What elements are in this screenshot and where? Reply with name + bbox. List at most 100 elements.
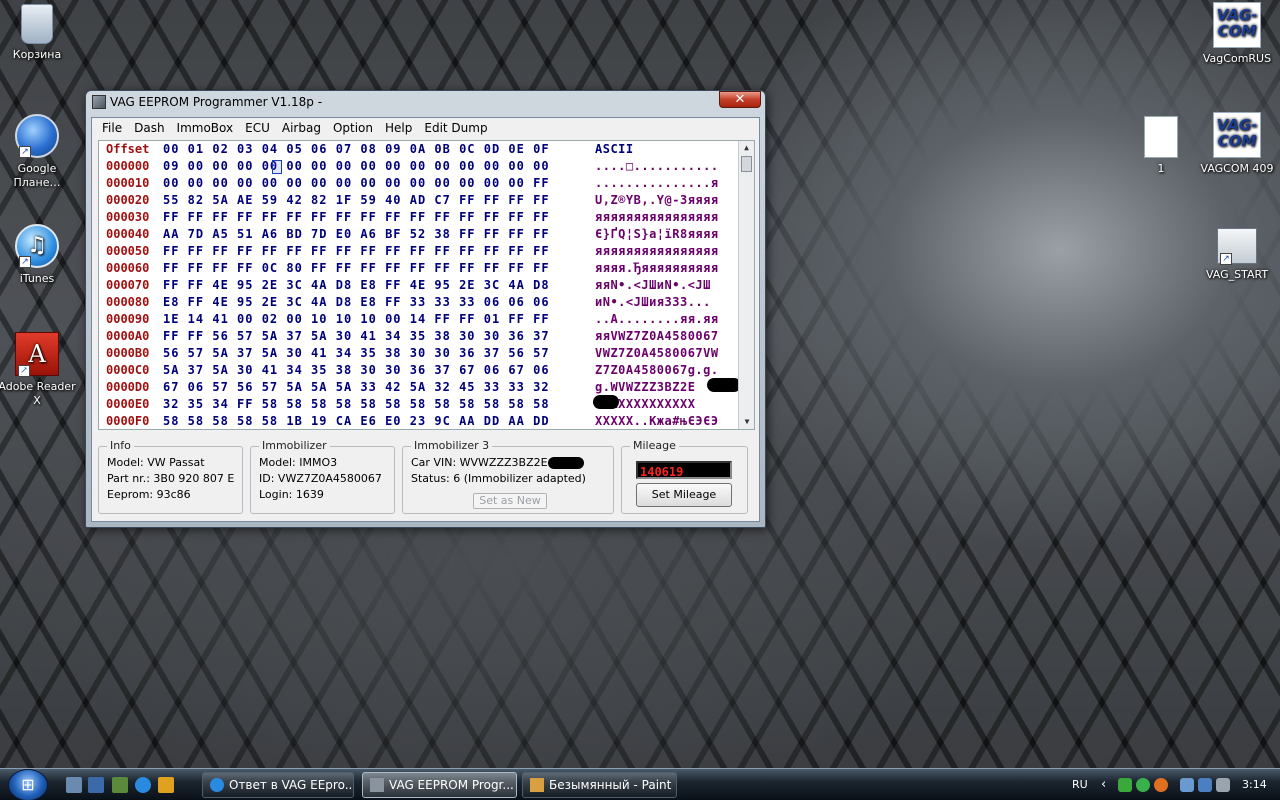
hex-offset: 0000E0 bbox=[106, 397, 150, 411]
set-mileage-button[interactable]: Set Mileage bbox=[636, 483, 732, 507]
immobilizer3-group: Immobilizer 3 Car VIN: WVWZZZ3BZ2E Statu… bbox=[402, 439, 614, 514]
hex-scrollbar[interactable]: ▲ ▼ bbox=[738, 141, 754, 429]
taskbar-item-label: VAG EEPROM Progr... bbox=[389, 778, 514, 792]
window-titlebar[interactable]: VAG EEPROM Programmer V1.18p - ✕ bbox=[86, 91, 765, 113]
redaction-mark bbox=[547, 457, 584, 469]
desktop-icon-label: VAGCOM 409 bbox=[1200, 162, 1274, 175]
quick-launch-app-icon[interactable] bbox=[112, 777, 128, 793]
itunes-icon: ♫ ↗ bbox=[15, 224, 59, 268]
vag-com-icon: VAG-COM bbox=[1213, 2, 1261, 48]
info-panels: Info Model: VW Passat Part nr.: 3B0 920 … bbox=[98, 436, 755, 518]
desktop-icon-google-earth[interactable]: ↗ Google Плане… bbox=[0, 114, 77, 190]
desktop-icon-recycle-bin[interactable]: Корзина bbox=[0, 4, 77, 62]
hex-bytes: 09 00 00 00 00 00 00 00 00 00 00 00 00 0… bbox=[163, 159, 550, 173]
immobilizer-model: Model: IMMO3 bbox=[259, 456, 338, 469]
hex-offset: 000070 bbox=[106, 278, 150, 292]
immobilizer-legend: Immobilizer bbox=[259, 439, 330, 452]
menu-bar: File Dash ImmoBox ECU Airbag Option Help… bbox=[92, 118, 759, 138]
hex-bytes: 00 00 00 00 00 00 00 00 00 00 00 00 00 0… bbox=[163, 176, 550, 190]
desktop-icon-label: Google Плане… bbox=[13, 162, 61, 189]
immobilizer-id: ID: VWZ7Z0A4580067 bbox=[259, 472, 382, 485]
menu-file[interactable]: File bbox=[96, 118, 128, 138]
immobilizer-login: Login: 1639 bbox=[259, 488, 324, 501]
scroll-thumb[interactable] bbox=[741, 156, 752, 172]
taskbar-item-paint[interactable]: Безымянный - Paint bbox=[522, 772, 677, 798]
desktop-icon-file-1[interactable]: 1 bbox=[1121, 116, 1201, 176]
menu-immobox[interactable]: ImmoBox bbox=[171, 118, 240, 138]
tray-expand-icon[interactable]: ‹ bbox=[1101, 769, 1106, 800]
menu-help[interactable]: Help bbox=[379, 118, 418, 138]
mileage-input[interactable]: 140619 bbox=[636, 461, 732, 479]
hex-ascii-header: ASCII bbox=[595, 142, 634, 156]
switch-windows-icon[interactable] bbox=[88, 777, 104, 793]
hex-bytes: 5A 37 5A 30 41 34 35 38 30 30 36 37 67 0… bbox=[163, 363, 550, 377]
menu-edit-dump[interactable]: Edit Dump bbox=[418, 118, 493, 138]
mileage-legend: Mileage bbox=[630, 439, 679, 452]
info-part-number: Part nr.: 3B0 920 807 E bbox=[107, 472, 235, 485]
hex-offset: 000090 bbox=[106, 312, 150, 326]
shortcut-arrow-icon: ↗ bbox=[1220, 253, 1232, 265]
tray-app-icon[interactable] bbox=[1198, 778, 1212, 792]
scroll-down-icon[interactable]: ▼ bbox=[739, 415, 754, 429]
hex-bytes: 58 58 58 58 58 1B 19 CA E6 E0 23 9C AA D… bbox=[163, 414, 550, 428]
shortcut-arrow-icon: ↗ bbox=[19, 146, 31, 158]
volume-icon[interactable] bbox=[1216, 778, 1230, 792]
hex-ascii: яяяяяяяяяяяяяяяя bbox=[595, 244, 719, 258]
hex-bytes: E8 FF 4E 95 2E 3C 4A D8 E8 FF 33 33 33 0… bbox=[163, 295, 550, 309]
start-button[interactable]: ⊞ bbox=[8, 769, 48, 800]
hex-offset: 000030 bbox=[106, 210, 150, 224]
vag-com-badge: VAG-COM bbox=[1216, 6, 1258, 40]
window-client: File Dash ImmoBox ECU Airbag Option Help… bbox=[91, 117, 760, 522]
menu-dash[interactable]: Dash bbox=[128, 118, 170, 138]
taskbar-item-label: Безымянный - Paint bbox=[549, 778, 672, 792]
tray-app-icon[interactable] bbox=[1154, 778, 1168, 792]
hex-ascii: U‚Z®YB‚.Y@-Зяяяя bbox=[595, 193, 719, 207]
desktop-icon-label: VAG_START bbox=[1205, 268, 1269, 281]
car-vin: Car VIN: WVWZZZ3BZ2E bbox=[411, 455, 605, 471]
media-player-icon[interactable] bbox=[158, 777, 174, 793]
tray-app-icon[interactable] bbox=[1136, 778, 1150, 792]
info-model: Model: VW Passat bbox=[107, 456, 205, 469]
taskbar-item-browser[interactable]: Ответ в VAG EEpro... bbox=[202, 772, 354, 798]
set-as-new-button[interactable]: Set as New bbox=[473, 493, 547, 509]
desktop-icon-vagcomrus[interactable]: VAG-COM VagComRUS bbox=[1197, 2, 1277, 66]
hex-ascii: иN•.<JШия333... bbox=[595, 295, 711, 309]
tray-app-icon[interactable] bbox=[1118, 778, 1132, 792]
hex-bytes: 67 06 57 56 57 5A 5A 5A 33 42 5A 32 45 3… bbox=[163, 380, 550, 394]
close-button[interactable]: ✕ bbox=[719, 91, 761, 108]
language-indicator[interactable]: RU bbox=[1072, 769, 1088, 800]
info-group: Info Model: VW Passat Part nr.: 3B0 920 … bbox=[98, 439, 243, 514]
desktop-icon-vag-start[interactable]: ↗ VAG_START bbox=[1197, 228, 1277, 282]
hex-bytes: 1E 14 41 00 02 00 10 10 10 00 14 FF FF 0… bbox=[163, 312, 550, 326]
hex-offset: 0000D0 bbox=[106, 380, 150, 394]
vag-com-icon: VAG-COM bbox=[1213, 112, 1261, 158]
menu-option[interactable]: Option bbox=[327, 118, 379, 138]
hex-editor[interactable]: Offset 00 01 02 03 04 05 06 07 08 09 0A … bbox=[98, 140, 755, 430]
hex-bytes: FF FF 4E 95 2E 3C 4A D8 E8 FF 4E 95 2E 3… bbox=[163, 278, 550, 292]
desktop-icon-vagcom-409[interactable]: VAG-COM VAGCOM 409 bbox=[1197, 112, 1277, 176]
menu-ecu[interactable]: ECU bbox=[239, 118, 276, 138]
vag-eeprom-window: VAG EEPROM Programmer V1.18p - ✕ File Da… bbox=[85, 90, 766, 528]
info-legend: Info bbox=[107, 439, 134, 452]
hex-ascii: яяяя.Ђяяяяяяяяяя bbox=[595, 261, 719, 275]
menu-airbag[interactable]: Airbag bbox=[276, 118, 327, 138]
info-eeprom: Eeprom: 93c86 bbox=[107, 488, 191, 501]
hex-offset: 0000F0 bbox=[106, 414, 150, 428]
hex-ascii: Є}ҐQ¦S}а¦їR8яяяя bbox=[595, 227, 719, 241]
show-desktop-icon[interactable] bbox=[66, 777, 82, 793]
window-title: VAG EEPROM Programmer V1.18p - bbox=[110, 95, 323, 109]
hex-offset: 000010 bbox=[106, 176, 150, 190]
hex-offset: 0000C0 bbox=[106, 363, 150, 377]
desktop-icon-itunes[interactable]: ♫ ↗ iTunes bbox=[0, 224, 77, 286]
taskbar-item-vag-eeprom[interactable]: VAG EEPROM Progr... bbox=[362, 772, 517, 798]
internet-explorer-icon[interactable] bbox=[135, 777, 151, 793]
vag-start-icon: ↗ bbox=[1217, 228, 1257, 265]
paint-icon bbox=[530, 778, 544, 792]
clock[interactable]: 3:14 bbox=[1242, 769, 1267, 800]
network-icon[interactable] bbox=[1180, 778, 1194, 792]
hex-offset: 000020 bbox=[106, 193, 150, 207]
hex-offset-header: Offset bbox=[106, 142, 150, 156]
desktop-icon-adobe-reader[interactable]: A ↗ Adobe Reader X bbox=[0, 332, 77, 408]
scroll-up-icon[interactable]: ▲ bbox=[739, 141, 754, 155]
hex-ascii: яяVWZ7Z0A4580067 bbox=[595, 329, 719, 343]
